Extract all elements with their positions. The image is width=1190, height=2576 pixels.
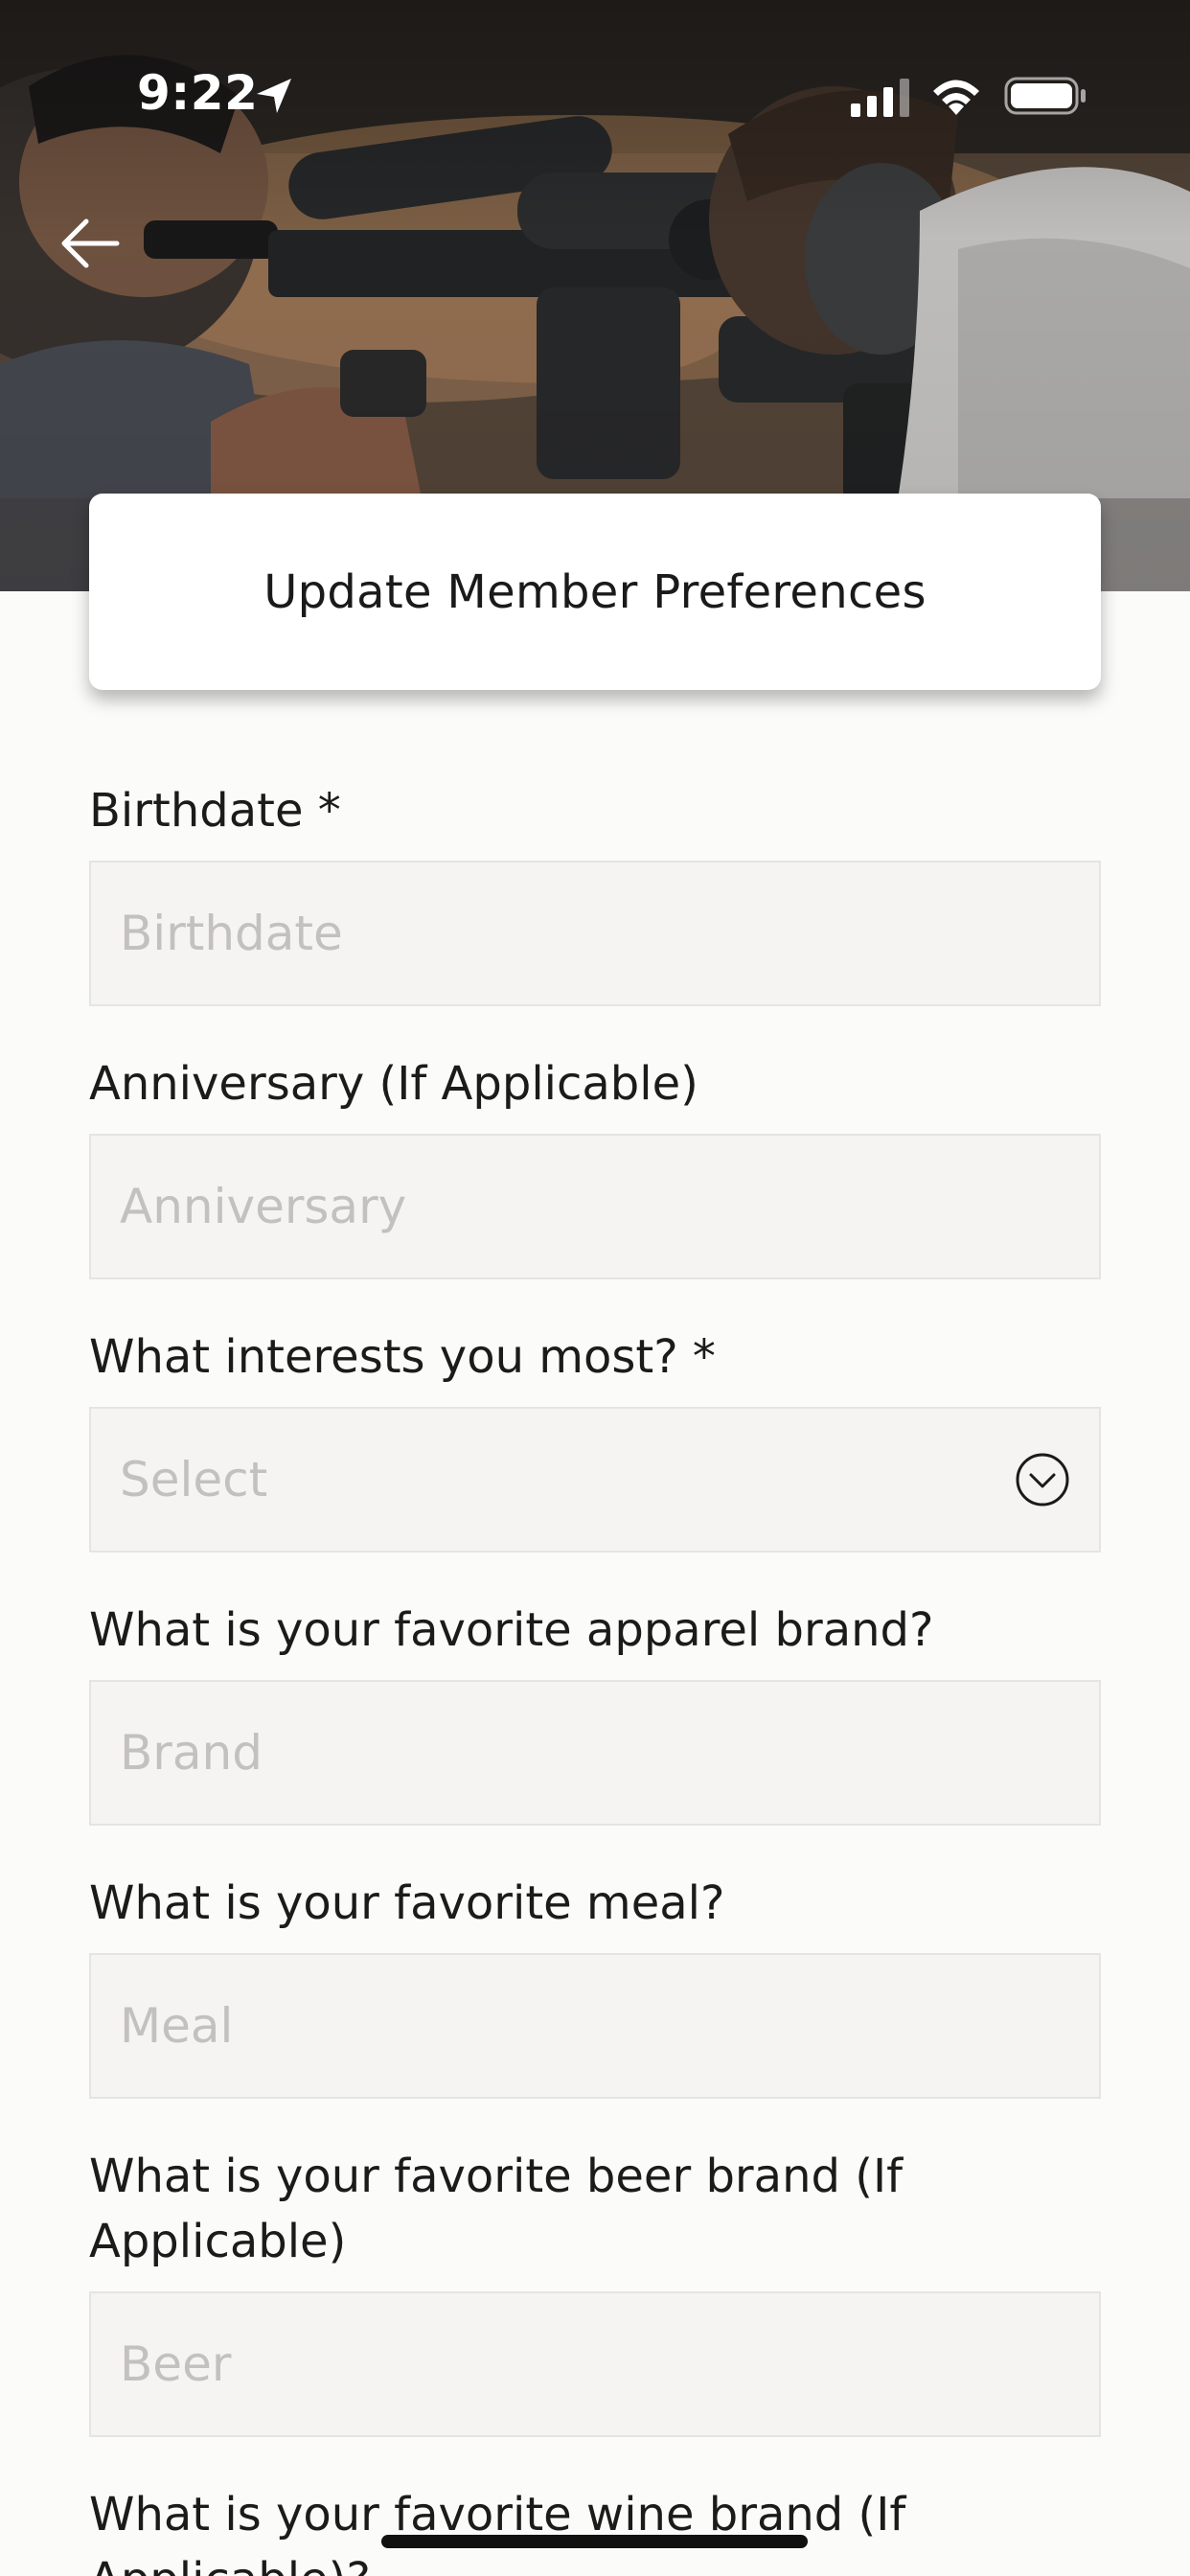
page-title-card: Update Member Preferences bbox=[89, 494, 1101, 690]
battery-icon bbox=[1004, 77, 1086, 115]
back-button[interactable] bbox=[50, 203, 130, 284]
location-arrow-icon bbox=[257, 79, 291, 113]
anniversary-input[interactable]: Anniversary bbox=[89, 1134, 1101, 1279]
anniversary-label: Anniversary (If Applicable) bbox=[89, 1057, 698, 1111]
status-time: 9:22 bbox=[137, 65, 259, 121]
birthdate-label: Birthdate * bbox=[89, 784, 341, 838]
beer-brand-input[interactable]: Beer bbox=[89, 2291, 1101, 2437]
home-indicator[interactable] bbox=[381, 2535, 808, 2548]
favorite-meal-label: What is your favorite meal? bbox=[89, 1876, 725, 1930]
apparel-brand-label: What is your favorite apparel brand? bbox=[89, 1603, 934, 1657]
chevron-down-circle-icon bbox=[1016, 1453, 1069, 1506]
apparel-brand-placeholder: Brand bbox=[120, 1725, 263, 1781]
anniversary-placeholder: Anniversary bbox=[120, 1179, 407, 1234]
interests-select[interactable]: Select bbox=[89, 1407, 1101, 1552]
favorite-meal-placeholder: Meal bbox=[120, 1998, 234, 2054]
wifi-icon bbox=[933, 80, 979, 115]
interests-placeholder: Select bbox=[120, 1452, 268, 1507]
interests-label: What interests you most? * bbox=[89, 1330, 716, 1384]
apparel-brand-input[interactable]: Brand bbox=[89, 1680, 1101, 1826]
cellular-signal-icon bbox=[851, 79, 909, 117]
status-bar: 9:22 bbox=[0, 0, 1190, 125]
page-title: Update Member Preferences bbox=[263, 564, 927, 619]
beer-brand-label: What is your favorite beer brand (If App… bbox=[89, 2150, 903, 2268]
birthdate-placeholder: Birthdate bbox=[120, 906, 343, 961]
beer-brand-placeholder: Beer bbox=[120, 2336, 232, 2392]
favorite-meal-input[interactable]: Meal bbox=[89, 1953, 1101, 2099]
wine-brand-label: What is your favorite wine brand (If App… bbox=[89, 2488, 906, 2576]
birthdate-input[interactable]: Birthdate bbox=[89, 861, 1101, 1006]
arrow-left-icon bbox=[61, 218, 120, 268]
